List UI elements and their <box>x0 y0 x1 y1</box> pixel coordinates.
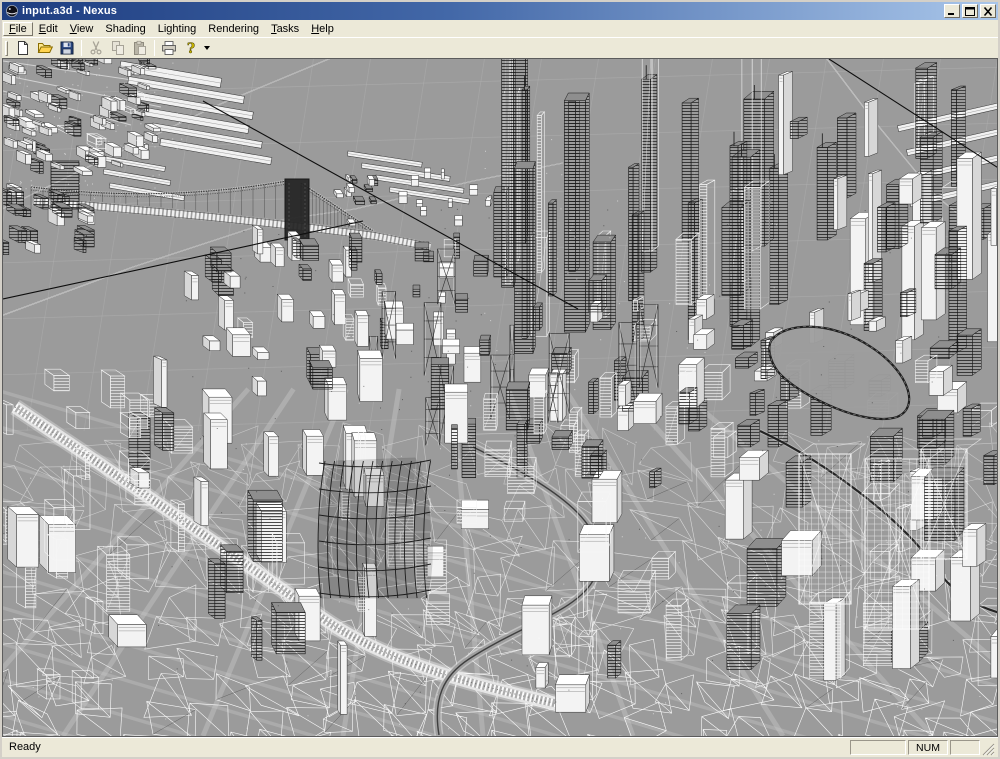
maximize-button[interactable] <box>962 4 978 18</box>
new-document-icon <box>15 40 31 56</box>
help-button[interactable]: ? <box>180 39 202 58</box>
paste-button[interactable] <box>129 39 151 58</box>
print-button[interactable] <box>158 39 180 58</box>
toolbar-separator <box>81 40 82 56</box>
menu-bar: File Edit View Shading Lighting Renderin… <box>2 20 998 37</box>
menu-item-rendering[interactable]: Rendering <box>202 22 265 36</box>
viewport-canvas[interactable] <box>3 59 997 736</box>
app-window: input.a3d - Nexus File Edit View Shading… <box>0 0 1000 759</box>
resize-grip[interactable] <box>982 740 996 756</box>
help-icon: ? <box>183 40 199 56</box>
minimize-icon <box>947 7 957 16</box>
chevron-down-icon <box>204 46 210 53</box>
viewport-container <box>2 58 998 737</box>
copy-button[interactable] <box>107 39 129 58</box>
app-icon[interactable] <box>5 4 19 18</box>
save-button[interactable] <box>56 39 78 58</box>
menu-item-view[interactable]: View <box>64 22 100 36</box>
cut-button[interactable] <box>85 39 107 58</box>
print-icon <box>161 40 177 56</box>
menu-item-lighting[interactable]: Lighting <box>152 22 203 36</box>
menu-item-shading[interactable]: Shading <box>99 22 151 36</box>
close-icon <box>983 7 993 16</box>
title-bar[interactable]: input.a3d - Nexus <box>2 2 998 20</box>
menu-item-help[interactable]: Help <box>305 22 340 36</box>
minimize-button[interactable] <box>944 4 960 18</box>
window-title: input.a3d - Nexus <box>22 5 942 18</box>
paste-icon <box>132 40 148 56</box>
close-button[interactable] <box>980 4 996 18</box>
save-icon <box>59 40 75 56</box>
toolbar-grip[interactable] <box>5 41 8 56</box>
new-document-button[interactable] <box>12 39 34 58</box>
open-folder-icon <box>37 40 53 56</box>
menu-item-tasks[interactable]: Tasks <box>265 22 305 36</box>
menu-item-file[interactable]: File <box>3 22 33 36</box>
status-cell-2 <box>950 740 980 755</box>
status-bar: Ready NUM <box>2 737 998 757</box>
svg-text:?: ? <box>187 41 195 56</box>
maximize-icon <box>965 7 975 16</box>
status-num-indicator: NUM <box>908 740 948 755</box>
toolbar-overflow-button[interactable] <box>202 39 212 58</box>
resize-grip-icon <box>982 743 995 756</box>
status-message: Ready <box>4 741 848 754</box>
cut-icon <box>88 40 104 56</box>
toolbar: ? <box>2 37 998 58</box>
open-file-button[interactable] <box>34 39 56 58</box>
copy-icon <box>110 40 126 56</box>
toolbar-separator <box>154 40 155 56</box>
status-cell-1 <box>850 740 906 755</box>
globe-icon <box>5 4 19 18</box>
menu-item-edit[interactable]: Edit <box>33 22 64 36</box>
